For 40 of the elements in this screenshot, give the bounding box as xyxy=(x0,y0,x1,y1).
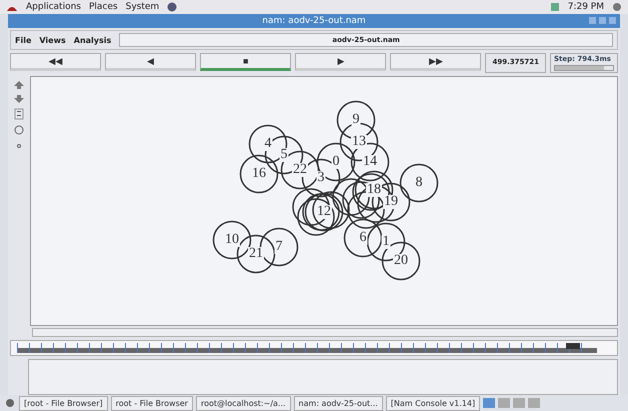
playback-button[interactable]: ■ xyxy=(200,53,292,71)
playback-button[interactable]: ◀ xyxy=(105,53,196,71)
node-label[interactable]: 19 xyxy=(383,195,399,209)
taskbar-button[interactable]: [Nam Console v1.14] xyxy=(386,396,480,410)
edit-icon[interactable] xyxy=(14,108,24,120)
zoom-out-icon[interactable] xyxy=(13,94,25,104)
taskbar-button[interactable]: root - File Browser xyxy=(110,396,193,410)
node-label[interactable]: 9 xyxy=(352,113,360,127)
node-label[interactable]: 1 xyxy=(382,235,390,249)
timeline-thumb[interactable] xyxy=(566,343,580,349)
node-label[interactable]: 10 xyxy=(224,233,240,247)
window-title: nam: aodv-25-out.nam xyxy=(262,16,366,26)
circle-icon[interactable] xyxy=(13,124,25,136)
playback-button[interactable]: ▶▶ xyxy=(390,53,482,71)
zoom-in-icon[interactable] xyxy=(13,80,25,90)
menu-item[interactable]: Views xyxy=(39,36,66,44)
node-label[interactable]: 6 xyxy=(358,231,368,245)
menu-item[interactable]: Analysis xyxy=(74,36,112,44)
node-label[interactable]: 13 xyxy=(351,135,367,149)
step-slider[interactable] xyxy=(554,65,614,71)
taskbar-button[interactable]: nam: aodv-25-out... xyxy=(294,396,383,410)
node-label[interactable]: 18 xyxy=(366,183,382,197)
playback-button[interactable]: ▶ xyxy=(295,53,386,71)
node-label[interactable]: 21 xyxy=(248,247,264,261)
panel-menu[interactable]: System xyxy=(126,2,160,12)
menu-item[interactable]: File xyxy=(15,36,32,44)
timeline-slider[interactable] xyxy=(10,340,618,356)
node-label[interactable]: 0 xyxy=(332,155,340,169)
taskbar-button[interactable]: root@localhost:~/a... xyxy=(196,396,291,410)
node-label[interactable]: 22 xyxy=(292,163,308,177)
taskbar-button[interactable]: [root - File Browser] xyxy=(19,396,108,410)
node-label[interactable]: 5 xyxy=(280,148,288,162)
horizontal-scrollbar[interactable] xyxy=(32,328,618,337)
node-label[interactable]: 12 xyxy=(316,205,332,219)
clock: 7:29 PM xyxy=(568,2,604,12)
playback-button[interactable]: ◀◀ xyxy=(10,53,102,71)
panel-menu[interactable]: Places xyxy=(88,2,118,12)
node-label[interactable]: 4 xyxy=(264,137,272,151)
node-label[interactable]: 7 xyxy=(274,240,284,254)
panel-menu[interactable]: Applications xyxy=(26,2,81,12)
